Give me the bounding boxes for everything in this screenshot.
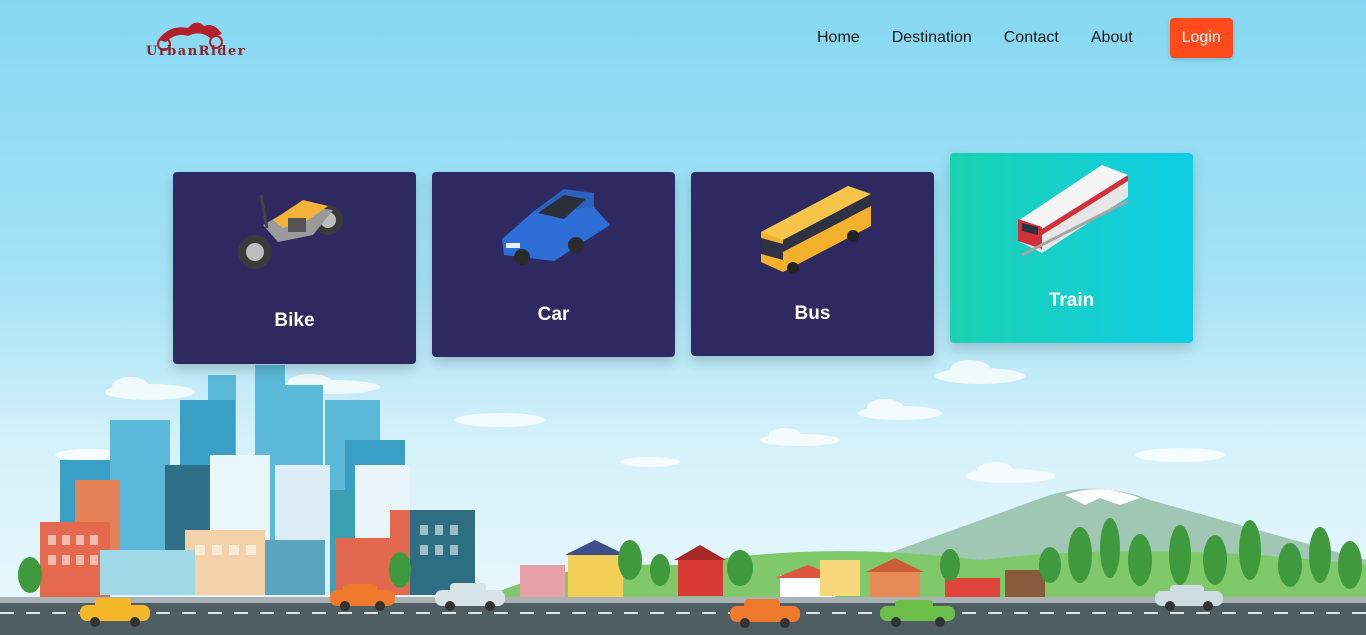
card-bike-label: Bike bbox=[274, 310, 315, 331]
login-button[interactable]: Login bbox=[1169, 18, 1233, 58]
card-bus[interactable]: Bus bbox=[691, 172, 934, 356]
car-icon bbox=[502, 189, 610, 265]
train-icon bbox=[1018, 165, 1129, 257]
card-car[interactable]: Car bbox=[432, 172, 675, 357]
nav-destination[interactable]: Destination bbox=[892, 29, 972, 47]
nav-contact[interactable]: Contact bbox=[1004, 29, 1059, 47]
nav-about[interactable]: About bbox=[1091, 29, 1133, 47]
card-train-label: Train bbox=[1048, 290, 1095, 311]
card-bus-label: Bus bbox=[794, 303, 831, 324]
main-nav: Home Destination Contact About Login bbox=[800, 18, 1233, 58]
bus-icon bbox=[761, 186, 871, 274]
brand-name[interactable]: UrbanRider bbox=[146, 44, 246, 59]
card-car-label: Car bbox=[537, 304, 570, 325]
motorcycle-icon bbox=[238, 194, 343, 269]
card-bike[interactable]: Bike bbox=[173, 172, 416, 364]
card-train[interactable]: Train bbox=[950, 153, 1193, 343]
nav-home[interactable]: Home bbox=[817, 29, 860, 47]
